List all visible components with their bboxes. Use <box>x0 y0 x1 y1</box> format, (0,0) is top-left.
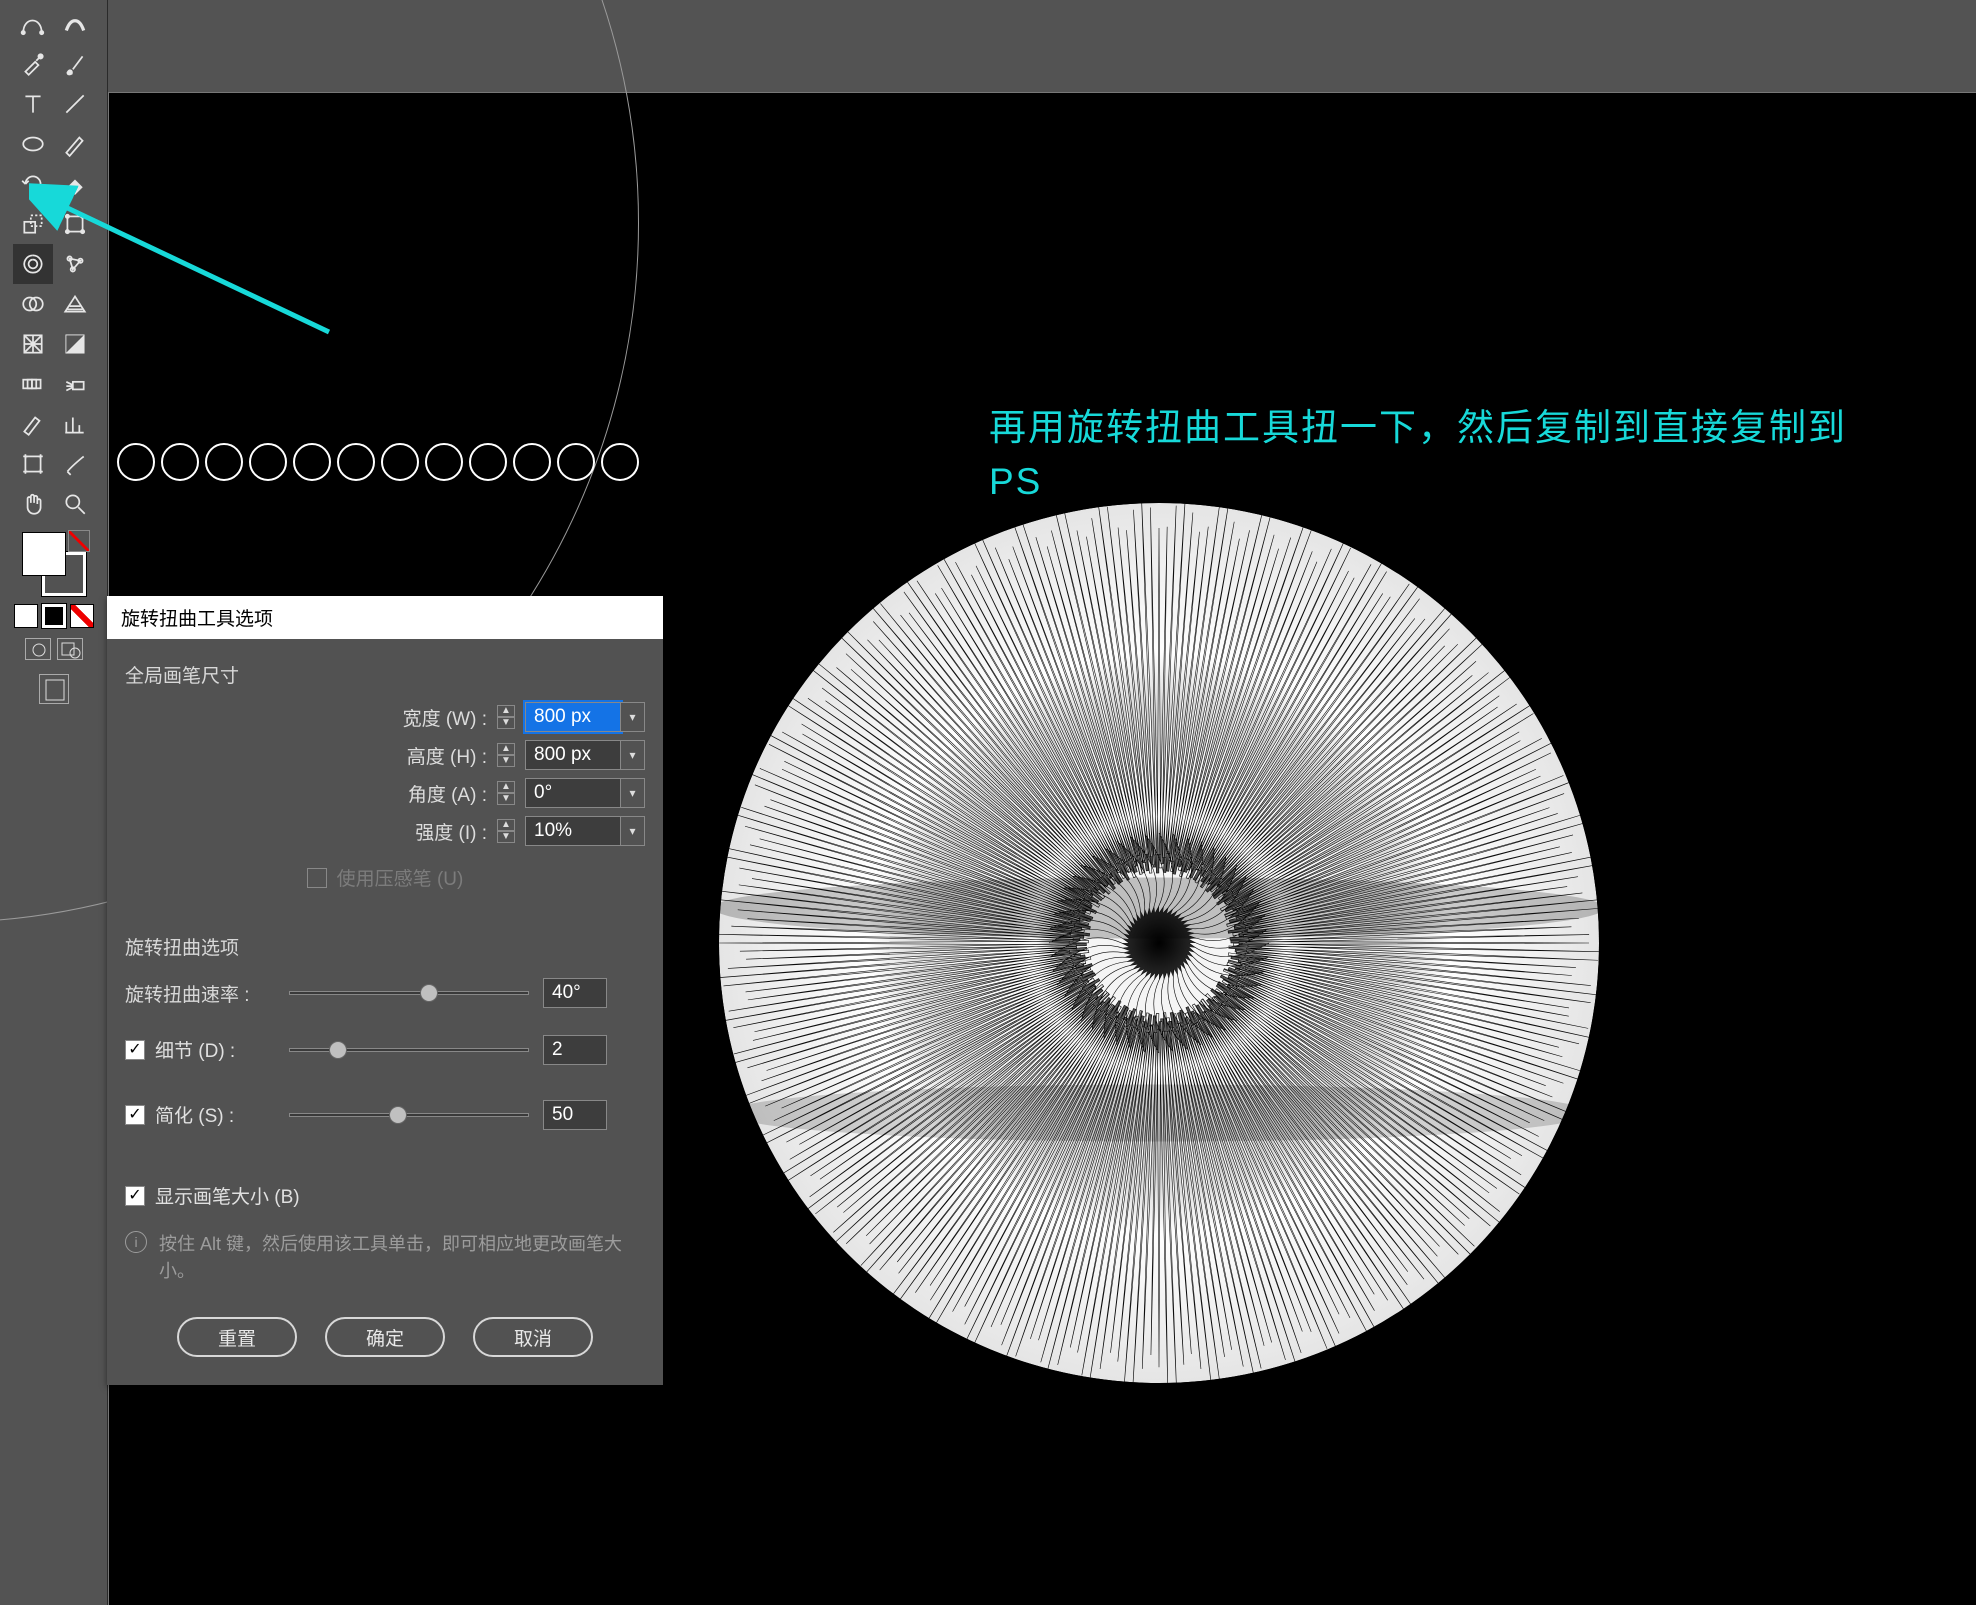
rate-value[interactable]: 40° <box>543 978 607 1008</box>
height-label: 高度 (H) : <box>407 742 487 769</box>
width-spinner[interactable]: ▲▼ <box>497 705 515 729</box>
intensity-spinner[interactable]: ▲▼ <box>497 819 515 843</box>
height-spinner[interactable]: ▲▼ <box>497 743 515 767</box>
simplify-slider[interactable] <box>289 1113 529 1117</box>
pressure-pen-label: 使用压感笔 (U) <box>337 864 464 891</box>
simplify-value[interactable]: 50 <box>543 1100 607 1130</box>
pressure-pen-checkbox: ✓ 使用压感笔 (U) <box>307 864 464 891</box>
intensity-label: 强度 (I) : <box>415 818 487 845</box>
cancel-button[interactable]: 取消 <box>473 1317 593 1357</box>
angle-input[interactable]: 0° <box>525 778 621 808</box>
detail-value[interactable]: 2 <box>543 1035 607 1065</box>
angle-spinner[interactable]: ▲▼ <box>497 781 515 805</box>
height-input[interactable]: 800 px <box>525 740 621 770</box>
sample-circles-row <box>117 443 639 481</box>
twirl-section-label: 旋转扭曲选项 <box>125 933 645 960</box>
annotation-line1: 再用旋转扭曲工具扭一下，然后复制到直接复制到 <box>989 401 1847 455</box>
angle-dropdown[interactable]: ▾ <box>621 778 645 808</box>
width-input[interactable]: 800 px <box>525 702 621 732</box>
width-dropdown[interactable]: ▾ <box>621 702 645 732</box>
width-label: 宽度 (W) : <box>403 704 487 731</box>
simplify-checkbox[interactable]: ✓ 简化 (S) : <box>125 1101 275 1128</box>
app-root: 再用旋转扭曲工具扭一下，然后复制到直接复制到 PS <box>0 0 1976 1605</box>
rate-slider[interactable] <box>289 991 529 995</box>
detail-label: 细节 (D) : <box>155 1036 235 1063</box>
reset-button[interactable]: 重置 <box>177 1317 297 1357</box>
tip-row: i 按住 Alt 键，然后使用该工具单击，即可相应地更改画笔大小。 <box>125 1231 645 1285</box>
brush-size-section-label: 全局画笔尺寸 <box>125 661 645 688</box>
show-brush-size-checkbox[interactable]: ✓ 显示画笔大小 (B) <box>125 1182 645 1209</box>
detail-slider[interactable] <box>289 1048 529 1052</box>
show-brush-size-label: 显示画笔大小 (B) <box>155 1182 300 1209</box>
angle-label: 角度 (A) : <box>408 780 487 807</box>
tip-text: 按住 Alt 键，然后使用该工具单击，即可相应地更改画笔大小。 <box>159 1231 645 1285</box>
ok-button[interactable]: 确定 <box>325 1317 445 1357</box>
info-icon: i <box>125 1231 147 1253</box>
dialog-title: 旋转扭曲工具选项 <box>107 596 663 639</box>
simplify-label: 简化 (S) : <box>155 1101 234 1128</box>
rate-label: 旋转扭曲速率 : <box>125 980 275 1007</box>
twirl-artwork <box>699 483 1619 1403</box>
intensity-dropdown[interactable]: ▾ <box>621 816 645 846</box>
twirl-tool-options-dialog: 旋转扭曲工具选项 全局画笔尺寸 宽度 (W) : ▲▼ 800 px ▾ 高度 … <box>107 596 663 1385</box>
intensity-input[interactable]: 10% <box>525 816 621 846</box>
detail-checkbox[interactable]: ✓ 细节 (D) : <box>125 1036 275 1063</box>
height-dropdown[interactable]: ▾ <box>621 740 645 770</box>
